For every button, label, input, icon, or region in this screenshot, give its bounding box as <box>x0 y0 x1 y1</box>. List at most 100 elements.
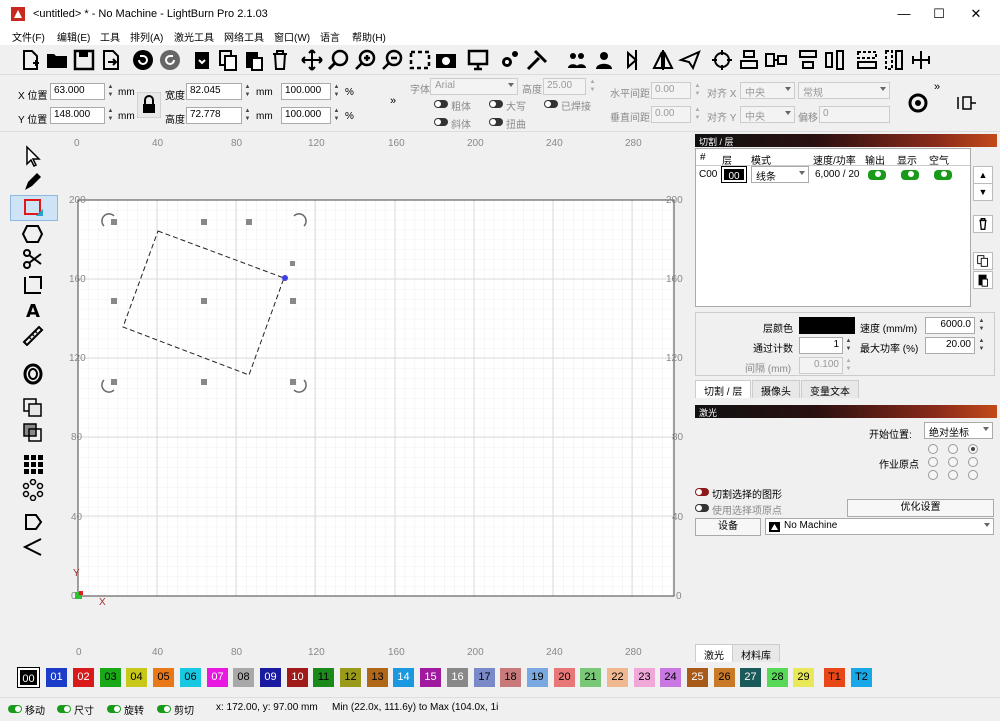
origin-radio[interactable] <box>948 470 958 480</box>
pen-edit-icon[interactable] <box>21 170 45 192</box>
new-file-icon[interactable] <box>18 48 42 72</box>
origin-radio[interactable] <box>948 457 958 467</box>
move-toggle[interactable] <box>8 705 22 713</box>
palette-swatch-16[interactable]: 16 <box>447 668 468 687</box>
origin-radio[interactable] <box>928 444 938 454</box>
align-top-icon[interactable] <box>737 48 761 72</box>
dock-icon[interactable] <box>909 48 933 72</box>
width-percent-input[interactable]: 100.000 <box>281 83 331 100</box>
zoom-in-icon[interactable] <box>354 48 378 72</box>
flip-vertical-icon[interactable] <box>651 48 675 72</box>
layer-delete-icon[interactable] <box>973 215 993 233</box>
palette-swatch-09[interactable]: 09 <box>260 668 281 687</box>
palette-swatch-23[interactable]: 23 <box>634 668 655 687</box>
height-percent-input[interactable]: 100.000 <box>281 107 331 124</box>
open-folder-icon[interactable] <box>45 48 69 72</box>
convert-path-icon[interactable] <box>21 511 45 533</box>
camera-icon[interactable] <box>434 48 458 72</box>
menu-arrange[interactable]: 排列(A) <box>130 29 163 44</box>
zoom-fit-icon[interactable] <box>327 48 351 72</box>
origin-radio[interactable] <box>928 457 938 467</box>
max-power-spinner[interactable]: ▲ ▼ <box>977 337 986 354</box>
more-text-props-button[interactable]: » <box>934 81 940 93</box>
job-origin-grid[interactable] <box>926 443 986 481</box>
palette-swatch-11[interactable]: 11 <box>313 668 334 687</box>
menu-file[interactable]: 文件(F) <box>12 29 45 44</box>
menu-window[interactable]: 窗口(W) <box>274 29 310 44</box>
align-center-icon[interactable] <box>764 48 788 72</box>
machine-select[interactable]: No Machine <box>765 518 994 535</box>
paste-icon[interactable] <box>242 48 266 72</box>
layer-color-swatch[interactable] <box>799 317 855 334</box>
palette-swatch-21[interactable]: 21 <box>580 668 601 687</box>
save-icon[interactable] <box>72 48 96 72</box>
palette-swatch-25[interactable]: 25 <box>687 668 708 687</box>
x-position-spinner[interactable]: ▲ ▼ <box>106 83 115 100</box>
palette-swatch-18[interactable]: 18 <box>500 668 521 687</box>
cut-selected-toggle[interactable] <box>695 488 709 496</box>
origin-radio-selected[interactable] <box>968 444 978 454</box>
align-y-select[interactable]: 中央 <box>740 106 795 123</box>
rotation-center-point[interactable] <box>282 275 288 281</box>
settings-icon[interactable] <box>498 48 522 72</box>
origin-radio[interactable] <box>968 457 978 467</box>
move-icon[interactable] <box>300 48 324 72</box>
close-button[interactable]: ✕ <box>965 4 987 24</box>
maximize-button[interactable]: ☐ <box>928 4 950 24</box>
menu-edit[interactable]: 编辑(E) <box>57 29 90 44</box>
minimize-button[interactable]: — <box>893 4 915 24</box>
scissors-icon[interactable] <box>21 248 45 270</box>
menu-network-tools[interactable]: 网络工具 <box>224 29 264 44</box>
layer-copy-icon[interactable] <box>973 252 993 270</box>
shear-toggle[interactable] <box>157 705 171 713</box>
optimize-settings-button[interactable]: 优化设置 <box>847 499 994 517</box>
width-percent-spinner[interactable]: ▲ ▼ <box>332 83 341 100</box>
palette-swatch-08[interactable]: 08 <box>233 668 254 687</box>
palette-swatch-03[interactable]: 03 <box>100 668 121 687</box>
palette-swatch-05[interactable]: 05 <box>153 668 174 687</box>
layer-row-mode-select[interactable]: 线条 <box>751 166 809 183</box>
palette-swatch-10[interactable]: 10 <box>287 668 308 687</box>
start-from-select[interactable]: 绝对坐标 <box>924 422 993 439</box>
font-height-input[interactable]: 25.00 <box>543 78 586 95</box>
zoom-out-icon[interactable] <box>381 48 405 72</box>
palette-swatch-29[interactable]: 29 <box>793 668 814 687</box>
boolean-union-icon[interactable] <box>21 396 45 418</box>
font-select[interactable]: Arial <box>430 78 518 95</box>
distort-toggle[interactable] <box>489 118 503 126</box>
use-origin-toggle[interactable] <box>695 504 709 512</box>
palette-swatch-20[interactable]: 20 <box>554 668 575 687</box>
layer-row[interactable]: C00 00 线条 6,000 / 20 <box>696 166 970 184</box>
export-icon[interactable] <box>99 48 123 72</box>
redo-icon[interactable] <box>158 48 182 72</box>
anchor-icon[interactable] <box>956 93 978 113</box>
boolean-difference-icon[interactable] <box>21 421 45 443</box>
palette-swatch-28[interactable]: 28 <box>767 668 788 687</box>
hspace-spinner[interactable]: ▲ ▼ <box>693 82 702 99</box>
frame-selection-icon[interactable] <box>408 48 432 72</box>
circular-array-icon[interactable] <box>21 479 45 501</box>
vspace-input[interactable]: 0.00 <box>651 106 691 123</box>
undo-icon[interactable] <box>131 48 155 72</box>
palette-swatch-13[interactable]: 13 <box>367 668 388 687</box>
menu-laser-tools[interactable]: 激光工具 <box>174 29 214 44</box>
upper-toggle[interactable] <box>489 100 503 108</box>
offset-input[interactable]: 0 <box>819 106 890 123</box>
tab-laser[interactable]: 激光 <box>695 644 733 662</box>
height-percent-spinner[interactable]: ▲ ▼ <box>332 107 341 124</box>
origin-radio[interactable] <box>928 470 938 480</box>
palette-swatch-14[interactable]: 14 <box>393 668 414 687</box>
palette-swatch-02[interactable]: 02 <box>73 668 94 687</box>
palette-swatch-17[interactable]: 17 <box>474 668 495 687</box>
tab-cut-layers[interactable]: 切割 / 层 <box>695 380 752 398</box>
layer-row-color[interactable]: 00 <box>721 166 747 183</box>
palette-swatch-01[interactable]: 01 <box>46 668 67 687</box>
monitor-icon[interactable] <box>466 48 490 72</box>
vspace-spinner[interactable]: ▲ ▼ <box>693 106 702 123</box>
palette-swatch-26[interactable]: 26 <box>714 668 735 687</box>
layer-output-toggle[interactable] <box>868 170 886 180</box>
layer-show-toggle[interactable] <box>901 170 919 180</box>
y-position-input[interactable]: 148.000 <box>50 107 105 124</box>
layer-paste-icon[interactable] <box>973 271 993 289</box>
passes-input[interactable]: 1 <box>799 337 843 354</box>
